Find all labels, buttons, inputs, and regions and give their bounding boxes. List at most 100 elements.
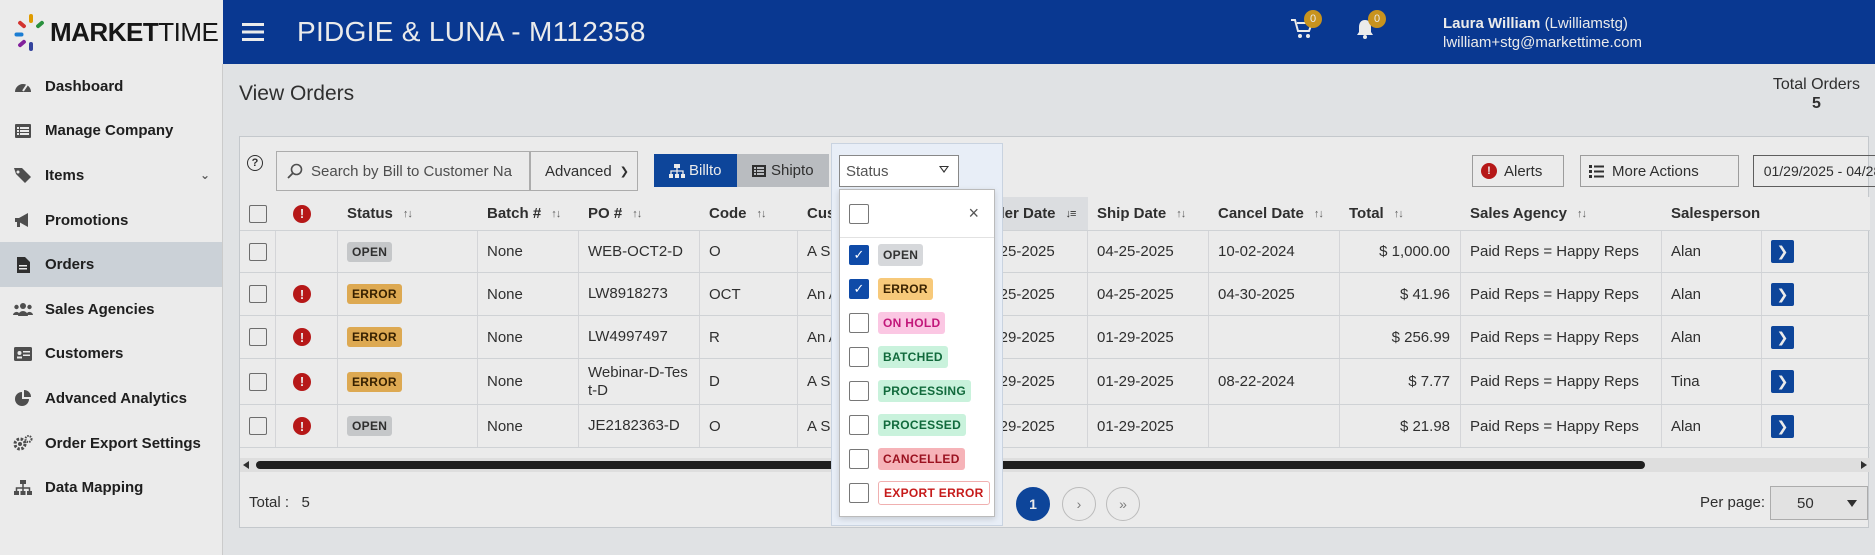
scroll-left-icon[interactable] [243, 461, 249, 469]
page-1-button[interactable]: 1 [1016, 487, 1050, 521]
column-header-code[interactable]: Code ↑↓ [700, 197, 798, 230]
status-option[interactable]: ✓ OPEN [840, 238, 994, 272]
status-badge: OPEN [347, 241, 393, 262]
code-cell: O [700, 231, 798, 272]
notifications-button[interactable]: 0 [1354, 10, 1386, 46]
last-page-button[interactable]: » [1106, 487, 1140, 521]
advanced-search-dropdown[interactable]: Advanced ❯ [530, 151, 638, 191]
total-value: 5 [301, 494, 310, 511]
date-range-picker[interactable]: 01/29/2025 - 04/28/2025 [1753, 155, 1875, 187]
status-option-checkbox[interactable]: ✓ [849, 279, 869, 299]
total-count: Total : 5 [249, 494, 310, 511]
row-checkbox[interactable] [249, 372, 267, 391]
column-header-salesperson[interactable]: Salesperson [1662, 197, 1762, 230]
horizontal-scrollbar[interactable] [240, 458, 1870, 472]
close-icon[interactable]: × [968, 203, 979, 224]
status-option-checkbox[interactable] [849, 415, 869, 435]
status-option-checkbox[interactable] [849, 381, 869, 401]
search-input[interactable]: Search by Bill to Customer Na [276, 151, 530, 191]
page-heading: PIDGIE & LUNA - M112358 [297, 16, 646, 47]
status-placeholder: Status [846, 162, 889, 180]
row-checkbox[interactable] [249, 328, 267, 346]
alert-icon[interactable]: ! [293, 328, 311, 346]
column-header-sales-agency[interactable]: Sales Agency ↑↓ [1461, 197, 1662, 230]
select-all-status-checkbox[interactable] [849, 204, 869, 224]
status-option[interactable]: ON HOLD [840, 306, 994, 340]
next-page-button[interactable]: › [1062, 487, 1096, 521]
sidebar-item-order-export-settings[interactable]: Order Export Settings [0, 421, 222, 466]
users-icon [12, 300, 34, 318]
view-order-button[interactable]: ❯ [1771, 282, 1794, 306]
scroll-right-icon[interactable] [1861, 461, 1867, 469]
sidebar-item-promotions[interactable]: Promotions [0, 198, 222, 243]
select-all-checkbox[interactable] [249, 204, 267, 223]
row-checkbox[interactable] [249, 285, 267, 303]
table-row[interactable]: ! ERROR None LW8918273 OCT An A 04-25-2025 04-2… [240, 273, 1870, 316]
row-select-cell [240, 405, 276, 447]
sidebar-item-dashboard[interactable]: Dashboard [0, 64, 222, 109]
more-actions-button[interactable]: More Actions [1580, 155, 1739, 187]
status-option-label: BATCHED [878, 346, 948, 368]
row-checkbox[interactable] [249, 242, 267, 261]
alert-icon[interactable]: ! [293, 417, 311, 435]
column-header-cancel-date[interactable]: Cancel Date ↑↓ [1209, 197, 1340, 230]
status-option-checkbox[interactable] [849, 347, 869, 367]
column-header-status[interactable]: Status ↑↓ [338, 197, 478, 230]
sidebar-item-sales-agencies[interactable]: Sales Agencies [0, 287, 222, 332]
table-row[interactable]: ! ERROR None LW4997497 R An A 01-29-2025 01-29-… [240, 316, 1870, 359]
alert-icon[interactable]: ! [293, 285, 311, 303]
column-header-batch[interactable]: Batch # ↑↓ [478, 197, 579, 230]
po-cell: Webinar-D-Tes t-D [579, 359, 700, 404]
user-menu[interactable]: Laura William (Lwilliamstg) lwilliam+stg… [1443, 14, 1642, 52]
status-option[interactable]: BATCHED [840, 340, 994, 374]
status-option-checkbox[interactable] [849, 483, 869, 503]
status-option-checkbox[interactable]: ✓ [849, 245, 869, 265]
row-checkbox[interactable] [249, 417, 267, 435]
menu-toggle-icon[interactable] [223, 23, 283, 41]
column-label: Status [347, 205, 393, 222]
total-label: Total : [249, 494, 290, 511]
status-select[interactable]: Status [839, 155, 959, 187]
document-icon [12, 256, 34, 274]
status-menu-header: × [840, 190, 994, 238]
sidebar-item-customers[interactable]: Customers [0, 332, 222, 377]
table-row[interactable]: ! OPEN None JE2182363-D O A Spe 01-29-2025 01-2… [240, 405, 1870, 448]
view-order-button[interactable]: ❯ [1771, 240, 1794, 263]
status-option-checkbox[interactable] [849, 313, 869, 333]
sidebar: Dashboard Manage Company Items ⌄ Promoti… [0, 64, 223, 555]
row-select-cell [240, 316, 276, 358]
column-header-po[interactable]: PO # ↑↓ [579, 197, 700, 230]
per-page-select[interactable]: 50 [1770, 486, 1868, 520]
view-order-button[interactable]: ❯ [1771, 370, 1794, 393]
column-header-total[interactable]: Total ↑↓ [1340, 197, 1461, 230]
shipto-toggle[interactable]: Shipto [737, 154, 829, 187]
status-option[interactable]: PROCESSED [840, 408, 994, 442]
cart-button[interactable]: 0 [1290, 10, 1322, 46]
sidebar-item-manage-company[interactable]: Manage Company [0, 109, 222, 154]
logo[interactable]: MARKETTIME [0, 0, 223, 64]
code-cell: O [700, 405, 798, 447]
view-order-button[interactable]: ❯ [1771, 414, 1794, 438]
sort-icon: ↑↓ [551, 207, 561, 220]
billto-toggle[interactable]: Billto [654, 154, 737, 187]
list-icon [12, 122, 34, 140]
alert-icon[interactable]: ! [293, 372, 311, 391]
column-header-ship-date[interactable]: Ship Date ↑↓ [1088, 197, 1209, 230]
sidebar-item-data-mapping[interactable]: Data Mapping [0, 465, 222, 510]
chevron-down-icon: ❯ [619, 165, 629, 178]
sidebar-item-advanced-analytics[interactable]: Advanced Analytics [0, 376, 222, 421]
logo-text: MARKETTIME [50, 16, 219, 47]
status-option[interactable]: EXPORT ERROR [840, 476, 994, 510]
status-option[interactable]: ✓ ERROR [840, 272, 994, 306]
table-row[interactable]: ! ERROR None Webinar-D-Tes t-D D A Spe 01-29-20… [240, 359, 1870, 405]
table-row[interactable]: OPEN None WEB-OCT2-D O A Spe 04-25-2025 04-25-… [240, 231, 1870, 273]
status-option[interactable]: CANCELLED [840, 442, 994, 476]
alerts-button[interactable]: ! Alerts [1472, 155, 1564, 187]
sidebar-item-orders[interactable]: Orders [0, 242, 222, 287]
view-order-button[interactable]: ❯ [1771, 325, 1794, 349]
status-option-checkbox[interactable] [849, 449, 869, 469]
sidebar-item-items[interactable]: Items ⌄ [0, 153, 222, 198]
status-option[interactable]: PROCESSING [840, 374, 994, 408]
help-icon[interactable]: ? [247, 155, 263, 171]
orders-toolbar: ? Search by Bill to Customer Na Advanced… [240, 137, 1875, 197]
